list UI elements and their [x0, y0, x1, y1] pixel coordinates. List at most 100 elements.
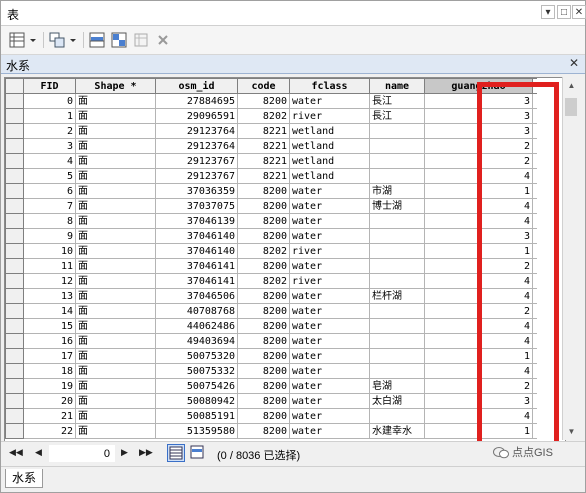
- current-record-input[interactable]: 0: [49, 445, 115, 462]
- table-row[interactable]: 3 面 29123764 8221 wetland 2: [5, 138, 537, 154]
- cell-fid[interactable]: 5: [23, 168, 76, 184]
- cell-shape[interactable]: 面: [75, 123, 156, 139]
- cell-fid[interactable]: 22: [23, 423, 76, 439]
- cell-fid[interactable]: 17: [23, 348, 76, 364]
- cell-fclass[interactable]: water: [289, 213, 370, 229]
- row-selector[interactable]: [5, 348, 24, 364]
- cell-code[interactable]: 8200: [237, 363, 290, 379]
- cell-code[interactable]: 8200: [237, 333, 290, 349]
- cell-shape[interactable]: 面: [75, 258, 156, 274]
- cell-guangzhao[interactable]: 1: [424, 348, 533, 364]
- table-row[interactable]: 22 面 51359580 8200 water 水建幸水 1: [5, 423, 537, 439]
- row-selector[interactable]: [5, 108, 24, 124]
- cell-code[interactable]: 8221: [237, 153, 290, 169]
- cell-fid[interactable]: 21: [23, 408, 76, 424]
- cell-shape[interactable]: 面: [75, 168, 156, 184]
- table-row[interactable]: 12 面 37046141 8202 river 4: [5, 273, 537, 289]
- cell-guangzhao[interactable]: 2: [424, 153, 533, 169]
- cell-name[interactable]: [369, 348, 425, 364]
- table-row[interactable]: 18 面 50075332 8200 water 4: [5, 363, 537, 379]
- row-selector[interactable]: [5, 408, 24, 424]
- cell-fclass[interactable]: wetland: [289, 123, 370, 139]
- table-row[interactable]: 13 面 37046506 8200 water 栏杆湖 4: [5, 288, 537, 304]
- cell-osm-id[interactable]: 37046140: [155, 228, 238, 244]
- cell-shape[interactable]: 面: [75, 408, 156, 424]
- scroll-down-arrow-icon[interactable]: ▼: [563, 423, 580, 440]
- table-row[interactable]: 11 面 37046141 8200 water 2: [5, 258, 537, 274]
- cell-fclass[interactable]: water: [289, 363, 370, 379]
- row-selector[interactable]: [5, 393, 24, 409]
- row-selector[interactable]: [5, 243, 24, 259]
- cell-fid[interactable]: 0: [23, 93, 76, 109]
- cell-shape[interactable]: 面: [75, 333, 156, 349]
- cell-name[interactable]: [369, 363, 425, 379]
- cell-guangzhao[interactable]: 2: [424, 258, 533, 274]
- cell-fid[interactable]: 2: [23, 123, 76, 139]
- cell-fclass[interactable]: water: [289, 378, 370, 394]
- cell-guangzhao[interactable]: 3: [424, 123, 533, 139]
- cell-fid[interactable]: 12: [23, 273, 76, 289]
- row-selector[interactable]: [5, 228, 24, 244]
- row-selector[interactable]: [5, 198, 24, 214]
- column-header-guangzhao[interactable]: guangzhao: [424, 78, 533, 94]
- row-selector[interactable]: [5, 288, 24, 304]
- cell-name[interactable]: [369, 408, 425, 424]
- cell-name[interactable]: [369, 213, 425, 229]
- cell-osm-id[interactable]: 49403694: [155, 333, 238, 349]
- cell-code[interactable]: 8200: [237, 378, 290, 394]
- cell-shape[interactable]: 面: [75, 363, 156, 379]
- dropdown-button[interactable]: ▾: [541, 5, 555, 19]
- row-selector[interactable]: [5, 378, 24, 394]
- cell-osm-id[interactable]: 37046141: [155, 273, 238, 289]
- cell-osm-id[interactable]: 44062486: [155, 318, 238, 334]
- cell-osm-id[interactable]: 40708768: [155, 303, 238, 319]
- row-selector[interactable]: [5, 303, 24, 319]
- row-selector[interactable]: [5, 213, 24, 229]
- cell-guangzhao[interactable]: 3: [424, 93, 533, 109]
- cell-guangzhao[interactable]: 4: [424, 168, 533, 184]
- cell-osm-id[interactable]: 50080942: [155, 393, 238, 409]
- row-selector[interactable]: [5, 423, 24, 439]
- cell-name[interactable]: 博士湖: [369, 198, 425, 214]
- cell-guangzhao[interactable]: 1: [424, 183, 533, 199]
- cell-fid[interactable]: 13: [23, 288, 76, 304]
- clear-selection-button[interactable]: [132, 31, 150, 49]
- cell-fclass[interactable]: water: [289, 408, 370, 424]
- cell-name[interactable]: [369, 318, 425, 334]
- cell-shape[interactable]: 面: [75, 243, 156, 259]
- cell-guangzhao[interactable]: 4: [424, 273, 533, 289]
- row-selector[interactable]: [5, 273, 24, 289]
- cell-osm-id[interactable]: 29123764: [155, 138, 238, 154]
- show-all-records-button[interactable]: [167, 444, 185, 462]
- cell-name[interactable]: 長江: [369, 108, 425, 124]
- row-selector-header[interactable]: [5, 78, 24, 94]
- cell-osm-id[interactable]: 51359580: [155, 423, 238, 439]
- cell-code[interactable]: 8202: [237, 273, 290, 289]
- cell-shape[interactable]: 面: [75, 273, 156, 289]
- cell-fclass[interactable]: water: [289, 318, 370, 334]
- cell-fclass[interactable]: water: [289, 333, 370, 349]
- cell-fid[interactable]: 9: [23, 228, 76, 244]
- cell-shape[interactable]: 面: [75, 138, 156, 154]
- cell-fclass[interactable]: water: [289, 258, 370, 274]
- cell-shape[interactable]: 面: [75, 288, 156, 304]
- cell-osm-id[interactable]: 27884695: [155, 93, 238, 109]
- cell-fid[interactable]: 7: [23, 198, 76, 214]
- select-by-attributes-button[interactable]: [88, 31, 106, 49]
- table-options-button[interactable]: [9, 31, 39, 49]
- maximize-button[interactable]: □: [557, 5, 571, 19]
- cell-shape[interactable]: 面: [75, 213, 156, 229]
- cell-osm-id[interactable]: 50085191: [155, 408, 238, 424]
- cell-fclass[interactable]: water: [289, 393, 370, 409]
- cell-fid[interactable]: 3: [23, 138, 76, 154]
- cell-osm-id[interactable]: 37037075: [155, 198, 238, 214]
- row-selector[interactable]: [5, 333, 24, 349]
- close-button[interactable]: ✕: [572, 5, 586, 19]
- cell-shape[interactable]: 面: [75, 183, 156, 199]
- cell-fclass[interactable]: water: [289, 93, 370, 109]
- cell-osm-id[interactable]: 37046140: [155, 243, 238, 259]
- cell-code[interactable]: 8200: [237, 288, 290, 304]
- cell-name[interactable]: [369, 138, 425, 154]
- cell-guangzhao[interactable]: 2: [424, 378, 533, 394]
- cell-code[interactable]: 8200: [237, 93, 290, 109]
